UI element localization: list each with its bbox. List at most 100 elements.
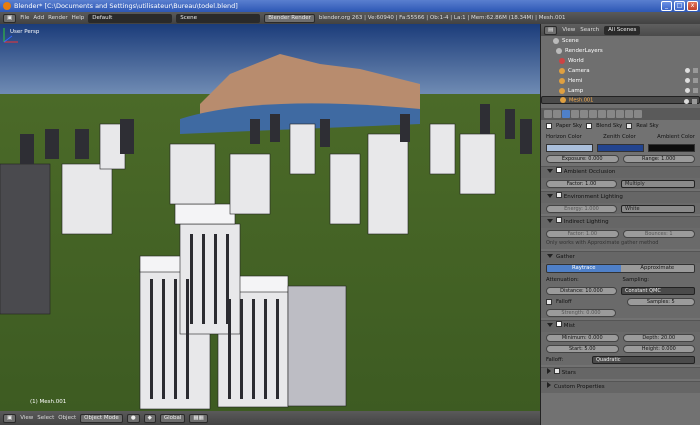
ambient-occlusion-header[interactable]: Ambient Occlusion [541,167,700,178]
outliner-item[interactable]: Lamp [541,86,700,96]
tab-modifiers-icon[interactable] [589,110,597,118]
outliner-menu-view[interactable]: View [562,27,575,33]
minimize-button[interactable]: _ [661,1,672,11]
editor-type-icon[interactable]: ▣ [3,13,17,23]
menu-add[interactable]: Add [33,15,44,21]
samples-field[interactable]: Samples: 5 [626,297,695,306]
outliner-item[interactable]: Hemi [541,76,700,86]
tab-texture-icon[interactable] [616,110,624,118]
stars-checkbox[interactable] [554,368,560,374]
tab-constraints-icon[interactable] [580,110,588,118]
shading-select[interactable]: ● [126,413,140,423]
maximize-button[interactable]: □ [674,1,685,11]
mist-start-field[interactable]: Start: 5.00 [546,344,619,353]
mist-minimum-field[interactable]: Minimum: 0.000 [546,333,619,342]
menu-render[interactable]: Render [48,15,68,21]
axis-gizmo-icon [3,28,18,43]
gather-header[interactable]: Gather [541,252,700,263]
mist-falloff-select[interactable]: Quadratic [592,355,695,364]
mist-header[interactable]: Mist [541,321,700,332]
selectability-cursor-icon[interactable] [693,68,698,73]
environment-lighting-title: Environment Lighting [563,194,623,200]
blend-sky-checkbox[interactable] [586,122,593,129]
orientation-select[interactable]: Global [159,413,186,423]
pivot-select[interactable]: ◆ [143,413,156,423]
falloff-checkbox[interactable] [546,298,552,305]
env-color-select[interactable]: White [621,204,695,213]
exposure-field[interactable]: Exposure: 0.000 [546,154,619,163]
outliner-item[interactable]: RenderLayers [541,46,700,56]
falloff-label: Falloff [556,298,572,305]
stars-header[interactable]: Stars [541,368,700,379]
paper-sky-checkbox[interactable] [546,122,552,129]
selectability-cursor-icon[interactable] [692,99,697,104]
raytrace-button[interactable]: Raytrace [547,265,621,272]
menu-object[interactable]: Object [58,415,76,421]
custom-properties-header[interactable]: Custom Properties [541,382,700,393]
real-sky-checkbox[interactable] [626,122,633,129]
outliner-menu-search[interactable]: Search [580,27,599,33]
close-button[interactable]: x [687,1,698,11]
outliner-item-icon [559,77,565,84]
sampling-select[interactable]: Constant QMC [621,286,695,295]
mode-select[interactable]: Object Mode [80,413,123,423]
tab-render-icon[interactable] [544,110,552,118]
menu-select[interactable]: Select [37,415,54,421]
distance-field[interactable]: Distance: 10.000 [546,286,617,295]
indirect-lighting-header[interactable]: Indirect Lighting [541,217,700,228]
outliner-item-icon [559,57,565,64]
selectability-cursor-icon[interactable] [693,88,698,93]
horizon-color-swatch[interactable] [546,143,593,152]
visibility-eye-icon[interactable] [685,88,690,93]
horizon-color-label: Horizon Color [546,133,582,140]
ambient-occlusion-checkbox[interactable] [556,167,562,173]
mist-height-field[interactable]: Height: 0.000 [622,344,695,353]
mist-depth-field[interactable]: Depth: 20.00 [622,333,695,342]
outliner-item[interactable]: Camera [541,66,700,76]
ao-factor-field[interactable]: Factor: 1.00 [546,179,617,188]
environment-lighting-header[interactable]: Environment Lighting [541,192,700,203]
tab-material-icon[interactable] [607,110,615,118]
indirect-factor-field[interactable]: Factor: 1.00 [546,229,619,238]
scene-select[interactable]: Scene [176,13,261,23]
outliner-item[interactable]: World [541,56,700,66]
visibility-eye-icon[interactable] [684,99,689,104]
environment-lighting-checkbox[interactable] [556,192,562,198]
screen-layout-select[interactable]: Default [88,13,173,23]
range-field[interactable]: Range: 1.000 [622,154,695,163]
indirect-lighting-checkbox[interactable] [556,217,562,223]
stars-panel: Stars [541,367,700,379]
menu-help[interactable]: Help [72,15,85,21]
mist-checkbox[interactable] [556,321,562,327]
zenith-color-swatch[interactable] [597,143,644,152]
properties-panel: Paper Sky Blend Sky Real Sky Horizon Col… [540,108,700,425]
tab-physics-icon[interactable] [634,110,642,118]
attenuation-label: Attenuation: [546,276,579,283]
strength-field[interactable]: Strength: 0.000 [546,308,616,317]
render-engine-select[interactable]: Blender Render [264,13,315,23]
outliner-item[interactable]: Scene [541,36,700,46]
outliner-item[interactable]: Mesh.001 [541,96,700,104]
layers-grid[interactable]: ▦▦ [189,413,208,423]
approximate-button[interactable]: Approximate [620,265,694,272]
menu-file[interactable]: File [20,15,29,21]
tab-scene-icon[interactable] [553,110,561,118]
editor-type-icon[interactable]: ▣ [3,413,17,423]
outliner-editor-icon[interactable]: ▤ [544,25,558,35]
indirect-bounces-field[interactable]: Bounces: 1 [622,229,695,238]
tab-data-icon[interactable] [598,110,606,118]
ao-blend-select[interactable]: Multiply [621,179,695,188]
tab-object-icon[interactable] [571,110,579,118]
tab-particles-icon[interactable] [625,110,633,118]
tab-world-icon[interactable] [562,110,570,118]
outliner-filter-select[interactable]: All Scenes [604,25,641,35]
visibility-eye-icon[interactable] [685,78,690,83]
visibility-eye-icon[interactable] [685,68,690,73]
env-energy-field[interactable]: Energy: 1.000 [546,204,617,213]
gather-method-toggle[interactable]: Raytrace Approximate [546,264,695,273]
properties-tabs[interactable] [541,108,700,120]
menu-view[interactable]: View [20,415,33,421]
selectability-cursor-icon[interactable] [693,78,698,83]
ambient-color-swatch[interactable] [648,143,695,152]
3d-viewport[interactable]: User Persp (1) Mesh.001 [0,24,540,411]
